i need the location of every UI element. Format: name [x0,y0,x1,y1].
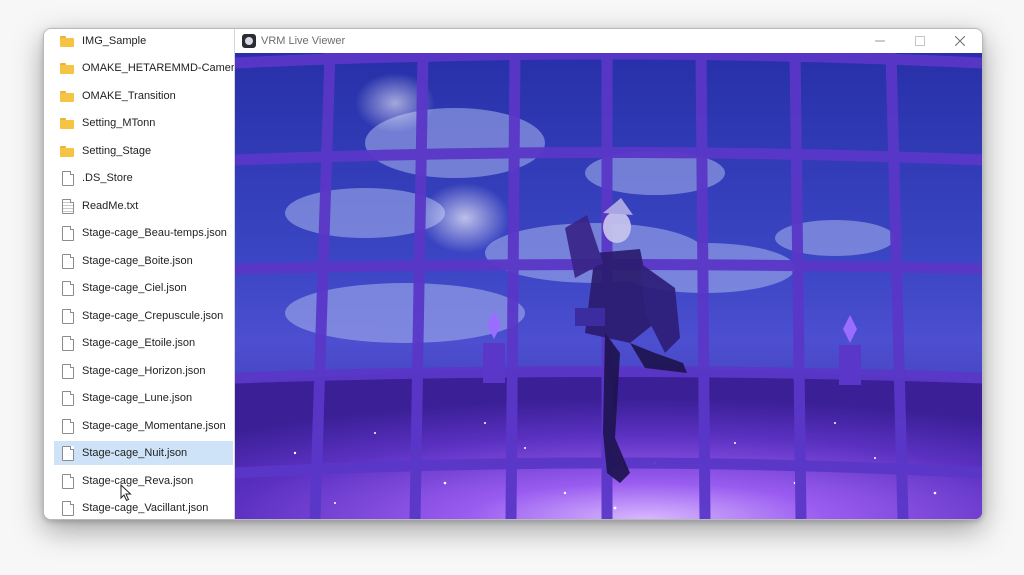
file-item[interactable]: Stage-cage_Lune.json [54,386,233,410]
3d-stage-viewport[interactable] [235,53,982,519]
desktop-shell: IMG_Sample OMAKE_HETAREMMD-Camera OMAKE_Tr… [43,28,983,520]
folder-item[interactable]: OMAKE_Transition [54,84,233,108]
file-name-label: .DS_Store [82,172,133,184]
file-item[interactable]: Stage-cage_Crepuscule.json [54,304,233,328]
folder-item[interactable]: Setting_Stage [54,139,233,163]
file-list-panel: IMG_Sample OMAKE_HETAREMMD-Camera OMAKE_Tr… [44,29,235,519]
file-name-label: Stage-cage_Vacillant.json [82,502,209,514]
file-icon [60,419,74,434]
file-icon [60,474,74,489]
mouse-cursor-icon [120,484,132,502]
maximize-icon [915,36,925,46]
minimize-icon [875,40,885,42]
folder-icon [60,144,74,158]
minimize-button[interactable] [860,29,900,53]
file-name-label: Stage-cage_Momentane.json [82,420,226,432]
file-name-label: Stage-cage_Reva.json [82,475,194,487]
text-file-icon [60,199,74,214]
folder-icon [60,34,74,48]
file-item[interactable]: ReadMe.txt [54,194,233,218]
file-icon [60,226,74,241]
file-item[interactable]: .DS_Store [54,166,233,190]
file-item[interactable]: Stage-cage_Reva.json [54,469,233,493]
file-name-label: Stage-cage_Boite.json [82,255,193,267]
file-icon [60,309,74,324]
file-icon [60,364,74,379]
file-name-label: Setting_MTonn [82,117,156,129]
folder-item[interactable]: Setting_MTonn [54,111,233,135]
file-name-label: Setting_Stage [82,145,152,157]
file-icon [60,391,74,406]
file-item[interactable]: Stage-cage_Vacillant.json [54,496,233,519]
close-button[interactable] [940,29,980,53]
title-bar[interactable]: VRM Live Viewer [235,29,982,53]
file-icon [60,501,74,516]
file-icon [60,336,74,351]
window-title: VRM Live Viewer [261,35,346,47]
file-name-label: Stage-cage_Horizon.json [82,365,206,377]
file-name-label: ReadMe.txt [82,200,139,212]
maximize-button[interactable] [900,29,940,53]
file-name-label: Stage-cage_Etoile.json [82,337,196,349]
file-item[interactable]: Stage-cage_Horizon.json [54,359,233,383]
folder-item[interactable]: OMAKE_HETAREMMD-Camera [54,56,235,80]
file-item[interactable]: Stage-cage_Etoile.json [54,331,233,355]
file-icon [60,254,74,269]
vrm-app-icon [242,34,256,48]
file-name-label: Stage-cage_Ciel.json [82,282,187,294]
file-name-label: Stage-cage_Crepuscule.json [82,310,224,322]
file-name-label: OMAKE_Transition [82,90,176,102]
folder-item[interactable]: IMG_Sample [54,29,233,53]
stage-scene [235,53,982,519]
file-name-label: IMG_Sample [82,35,147,47]
vrm-live-viewer-window: VRM Live Viewer [235,29,982,519]
folder-icon [60,89,74,103]
file-icon [60,171,74,186]
folder-icon [60,61,74,75]
file-item[interactable]: Stage-cage_Momentane.json [54,414,233,438]
file-name-label: Stage-cage_Beau-temps.json [82,227,227,239]
file-icon [60,446,74,461]
file-item[interactable]: Stage-cage_Ciel.json [54,276,233,300]
file-name-label: OMAKE_HETAREMMD-Camera [82,62,235,74]
file-name-label: Stage-cage_Nuit.json [82,447,188,459]
folder-icon [60,116,74,130]
close-icon [955,36,965,46]
file-item[interactable]: Stage-cage_Beau-temps.json [54,221,233,245]
file-name-label: Stage-cage_Lune.json [82,392,193,404]
file-icon [60,281,74,296]
file-item[interactable]: Stage-cage_Boite.json [54,249,233,273]
file-item[interactable]: Stage-cage_Nuit.json [54,441,233,465]
